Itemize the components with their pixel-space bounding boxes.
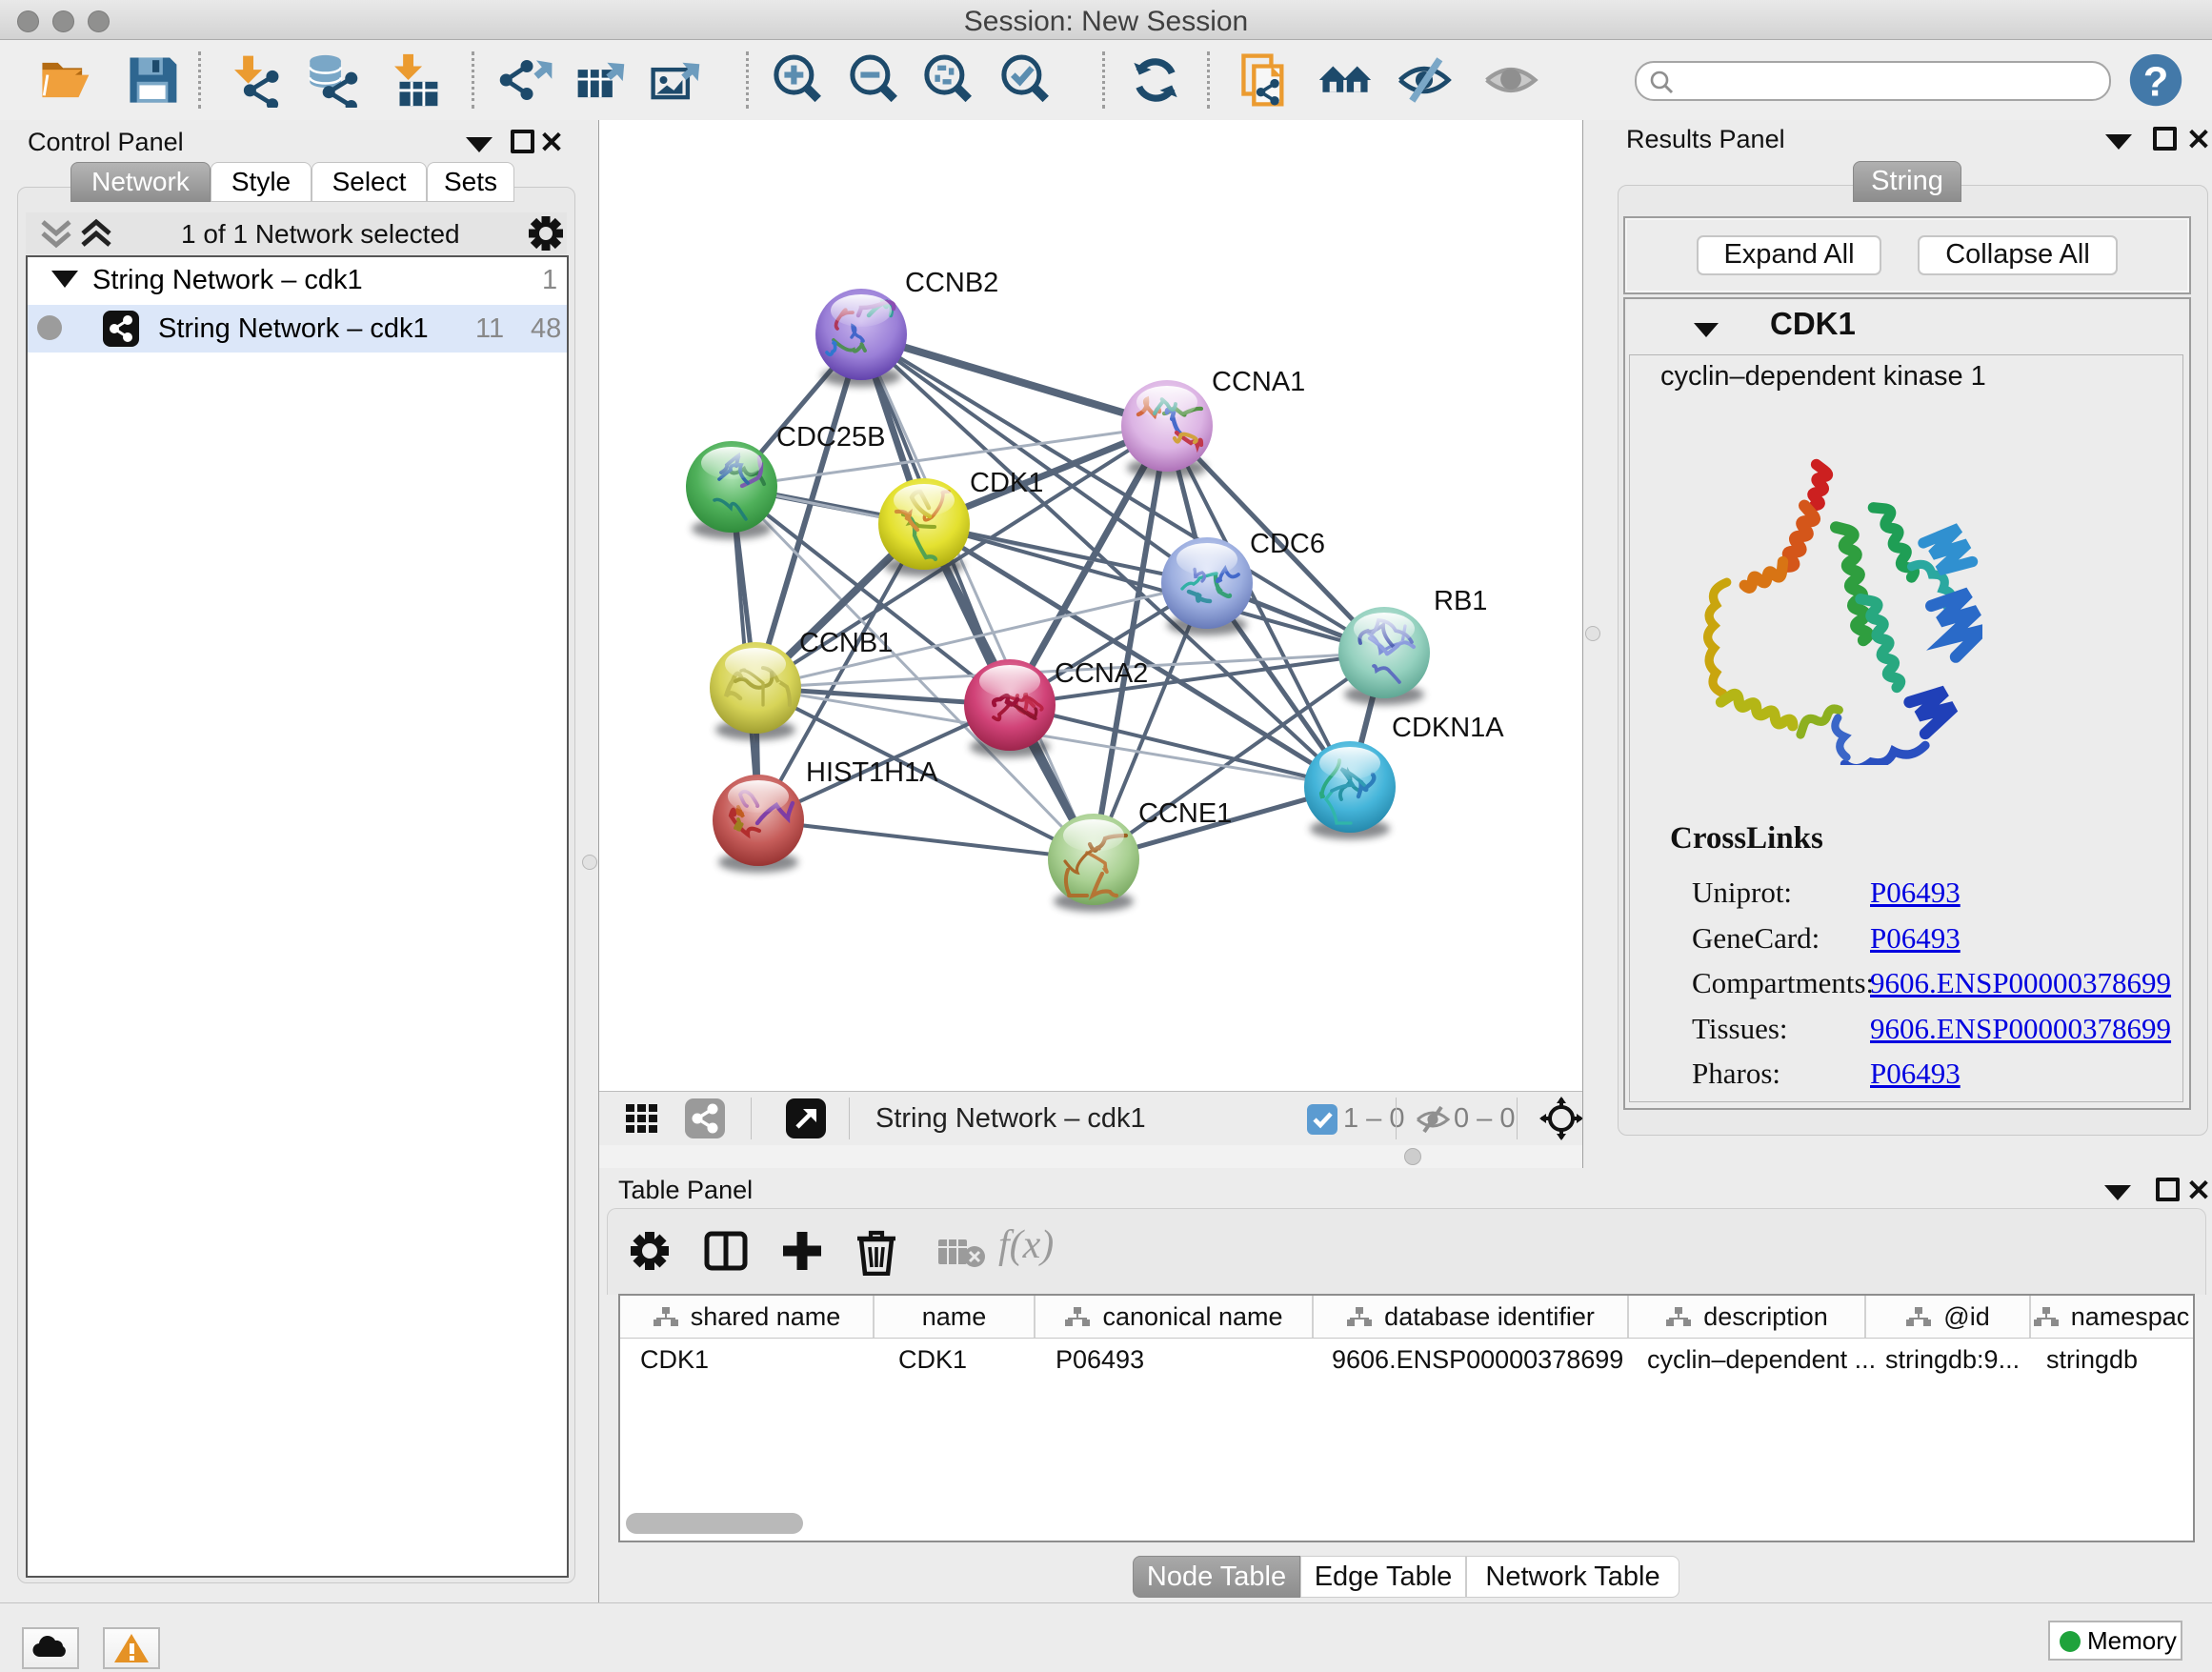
svg-text:CCNB2: CCNB2 xyxy=(905,268,998,298)
svg-text:CDC25B: CDC25B xyxy=(776,422,885,453)
svg-text:HIST1H1A: HIST1H1A xyxy=(806,757,938,788)
svg-text:RB1: RB1 xyxy=(1434,586,1487,616)
svg-text:CCNA1: CCNA1 xyxy=(1212,367,1305,397)
svg-text:CDK1: CDK1 xyxy=(970,468,1043,498)
svg-text:?: ? xyxy=(2143,59,2169,105)
svg-text:CCNA2: CCNA2 xyxy=(1055,658,1148,689)
svg-text:CDKN1A: CDKN1A xyxy=(1392,713,1504,743)
svg-text:CDC6: CDC6 xyxy=(1250,529,1325,559)
svg-text:CCNB1: CCNB1 xyxy=(799,628,893,658)
svg-text:CCNE1: CCNE1 xyxy=(1138,798,1232,829)
svg-text:1 of 1 Network selected: 1 of 1 Network selected xyxy=(181,219,460,249)
